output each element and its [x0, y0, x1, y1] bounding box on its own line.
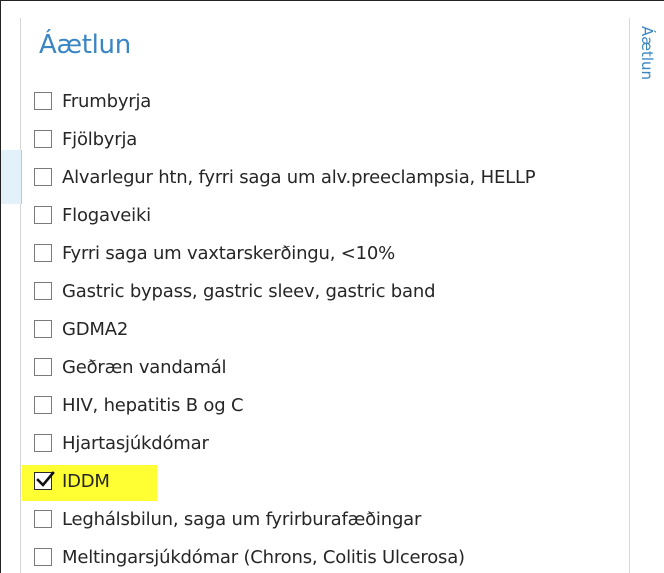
option-label: Leghálsbilun, saga um fyrirburafæðingar — [62, 508, 422, 530]
option-label: Gastric bypass, gastric sleev, gastric b… — [62, 280, 436, 302]
option-label: Frumbyrja — [62, 90, 152, 112]
option-list: Frumbyrja Fjölbyrja Alvarlegur htn, fyrr… — [22, 82, 624, 573]
option-gedraen-vandamal[interactable]: Geðræn vandamál — [34, 348, 624, 386]
option-label: Geðræn vandamál — [62, 356, 227, 378]
option-label: IDDM — [62, 470, 110, 492]
option-label: Flogaveiki — [62, 204, 151, 226]
option-label: Hjartasjúkdómar — [62, 432, 209, 454]
side-tab-label: Áætlun — [638, 26, 656, 81]
option-iddm[interactable]: IDDM — [22, 462, 624, 501]
checkbox[interactable] — [34, 320, 52, 338]
option-label: GDMA2 — [62, 318, 129, 340]
option-gdma2[interactable]: GDMA2 — [34, 310, 624, 348]
checkbox[interactable] — [34, 510, 52, 528]
checkbox[interactable] — [34, 92, 52, 110]
left-nav-selected-item[interactable] — [1, 150, 23, 204]
checkbox[interactable] — [34, 130, 52, 148]
option-label: Meltingarsjúkdómar (Chrons, Colitis Ulce… — [62, 546, 465, 568]
screen: Áætlun Frumbyrja Fjölbyrja Alvarlegur ht… — [0, 0, 664, 573]
option-meltingarsjukdomar[interactable]: Meltingarsjúkdómar (Chrons, Colitis Ulce… — [34, 538, 624, 573]
checkbox-checked[interactable] — [34, 471, 55, 490]
option-label: Fjölbyrja — [62, 128, 138, 150]
option-alvarlegur-htn[interactable]: Alvarlegur htn, fyrri saga um alv.preecl… — [34, 158, 624, 196]
option-fjolbyrja[interactable]: Fjölbyrja — [34, 120, 624, 158]
option-hiv-hepatitis[interactable]: HIV, hepatitis B og C — [34, 386, 624, 424]
panel-title: Áætlun — [39, 30, 131, 60]
option-hjartasjukdomar[interactable]: Hjartasjúkdómar — [34, 424, 624, 462]
option-label: HIV, hepatitis B og C — [62, 394, 244, 416]
checkmark-icon — [36, 471, 55, 487]
option-flogaveiki[interactable]: Flogaveiki — [34, 196, 624, 234]
checkbox[interactable] — [34, 358, 52, 376]
checkbox[interactable] — [34, 434, 52, 452]
checkbox[interactable] — [34, 282, 52, 300]
option-label: Fyrri saga um vaxtarskerðingu, <10% — [62, 242, 396, 264]
option-gastric-bypass[interactable]: Gastric bypass, gastric sleev, gastric b… — [34, 272, 624, 310]
window-top-border — [0, 0, 664, 1]
side-tab-aetlun[interactable]: Áætlun — [636, 26, 662, 106]
checkbox[interactable] — [34, 396, 52, 414]
checkbox[interactable] — [34, 168, 52, 186]
left-nav-strip[interactable] — [1, 18, 21, 573]
checkbox[interactable] — [34, 244, 52, 262]
option-leghalsbilun[interactable]: Leghálsbilun, saga um fyrirburafæðingar — [34, 500, 624, 538]
option-label: Alvarlegur htn, fyrri saga um alv.preecl… — [62, 166, 536, 188]
option-vaxtarskerding[interactable]: Fyrri saga um vaxtarskerðingu, <10% — [34, 234, 624, 272]
plan-panel: Áætlun Frumbyrja Fjölbyrja Alvarlegur ht… — [22, 18, 630, 573]
checkbox[interactable] — [34, 206, 52, 224]
checkbox[interactable] — [34, 548, 52, 566]
option-frumbyrja[interactable]: Frumbyrja — [34, 82, 624, 120]
